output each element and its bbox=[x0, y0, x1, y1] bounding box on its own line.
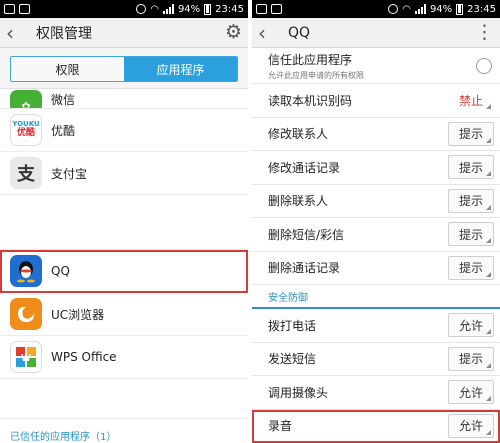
permission-row-delete-sms-mms[interactable]: 删除短信/彩信 提示 bbox=[252, 218, 500, 252]
permission-row-delete-contacts[interactable]: 删除联系人 提示 bbox=[252, 184, 500, 218]
app-name: UC浏览器 bbox=[51, 307, 105, 322]
list-spacer bbox=[0, 195, 248, 250]
app-name: 优酷 bbox=[51, 123, 76, 138]
permission-label: 录音 bbox=[268, 419, 293, 434]
permission-dropdown[interactable]: 允许 bbox=[448, 313, 494, 338]
view-tabs: 权限 应用程序 bbox=[10, 56, 238, 82]
permission-label: 调用摄像头 bbox=[268, 385, 329, 400]
permission-dropdown[interactable]: 禁止 bbox=[448, 88, 494, 112]
permission-label: 拨打电话 bbox=[268, 318, 317, 333]
permission-dropdown[interactable]: 提示 bbox=[448, 188, 494, 213]
list-item-youku[interactable]: YOUKU 优酷 优酷 bbox=[0, 109, 248, 152]
status-bar: ◠ 94% 23:45 bbox=[252, 0, 500, 18]
permission-row-read-device-id[interactable]: 读取本机识别码 禁止 bbox=[252, 84, 500, 118]
list-item-wechat[interactable]: ✿ 微信 bbox=[0, 89, 248, 109]
app-name: 微信 bbox=[51, 93, 76, 107]
permission-label: 删除通话记录 bbox=[268, 261, 341, 276]
trust-app-radio[interactable] bbox=[476, 57, 492, 74]
permission-label: 发送短信 bbox=[268, 352, 317, 367]
svg-text:W: W bbox=[21, 353, 31, 364]
action-bar: ‹ 权限管理 ⚙ bbox=[0, 18, 248, 48]
battery-percent: 94% bbox=[177, 3, 201, 15]
permission-row-send-sms[interactable]: 发送短信 提示 bbox=[252, 342, 500, 376]
action-bar: ‹ QQ ⋮ bbox=[252, 18, 500, 48]
wps-office-icon: W bbox=[10, 341, 42, 373]
gallery-notification-icon bbox=[256, 4, 267, 14]
trusted-apps-header: 已信任的应用程序（1） bbox=[0, 419, 248, 443]
screenshot-notification-icon bbox=[19, 4, 30, 14]
permission-row-modify-call-log[interactable]: 修改通话记录 提示 bbox=[252, 151, 500, 185]
app-name: QQ bbox=[51, 264, 70, 278]
permission-dropdown[interactable]: 提示 bbox=[448, 121, 494, 146]
qq-icon bbox=[10, 255, 42, 287]
youku-icon: YOUKU 优酷 bbox=[10, 114, 42, 146]
tab-apps[interactable]: 应用程序 bbox=[124, 57, 237, 81]
permission-dropdown[interactable]: 提示 bbox=[448, 155, 494, 180]
permission-dropdown[interactable]: 提示 bbox=[448, 255, 494, 280]
permission-row-record-audio[interactable]: 录音 允许 bbox=[252, 409, 500, 443]
status-bar: ◠ 94% 23:45 bbox=[0, 0, 248, 18]
permission-row-delete-call-log[interactable]: 删除通话记录 提示 bbox=[252, 251, 500, 285]
gallery-notification-icon bbox=[4, 4, 15, 14]
permission-row-camera[interactable]: 调用摄像头 允许 bbox=[252, 376, 500, 410]
app-name: 支付宝 bbox=[51, 166, 88, 181]
permission-dropdown[interactable]: 提示 bbox=[448, 346, 494, 371]
back-icon[interactable]: ‹ bbox=[6, 23, 28, 43]
wifi-icon: ◠ bbox=[402, 3, 411, 15]
app-permissions-screen: ◠ 94% 23:45 ‹ QQ ⋮ 信任此应用程序 允许此应用申请的所有权限 … bbox=[252, 0, 500, 443]
list-spacer bbox=[0, 379, 248, 419]
permission-label: 删除联系人 bbox=[268, 194, 329, 209]
screenshot-notification-icon bbox=[271, 4, 282, 14]
list-item-uc-browser[interactable]: UC浏览器 bbox=[0, 293, 248, 336]
permission-label: 修改联系人 bbox=[268, 127, 329, 142]
alarm-icon bbox=[136, 4, 147, 14]
alarm-icon bbox=[388, 4, 399, 14]
list-item-qq[interactable]: QQ bbox=[0, 250, 248, 293]
clock: 23:45 bbox=[467, 3, 496, 15]
permission-label: 修改通话记录 bbox=[268, 160, 341, 175]
trust-app-toggle-row[interactable]: 信任此应用程序 允许此应用申请的所有权限 bbox=[252, 48, 500, 84]
back-icon[interactable]: ‹ bbox=[258, 23, 280, 43]
overflow-menu-icon[interactable]: ⋮ bbox=[475, 23, 494, 42]
signal-icon bbox=[414, 4, 426, 14]
permission-manager-screen: ◠ 94% 23:45 ‹ 权限管理 ⚙ 权限 应用程序 ✿ 微信 YOUKU 优… bbox=[0, 0, 248, 443]
list-item-wps-office[interactable]: W WPS Office bbox=[0, 336, 248, 379]
permission-row-make-calls[interactable]: 拨打电话 允许 bbox=[252, 309, 500, 343]
wifi-icon: ◠ bbox=[150, 3, 159, 15]
page-title: QQ bbox=[288, 24, 311, 41]
page-title: 权限管理 bbox=[36, 25, 92, 42]
signal-icon bbox=[162, 4, 174, 14]
battery-percent: 94% bbox=[429, 3, 453, 15]
wechat-icon: ✿ bbox=[10, 90, 42, 108]
security-defense-header: 安全防御 bbox=[252, 285, 500, 309]
permission-row-modify-contacts[interactable]: 修改联系人 提示 bbox=[252, 117, 500, 151]
clock: 23:45 bbox=[215, 3, 244, 15]
app-name: WPS Office bbox=[51, 350, 117, 364]
battery-icon bbox=[204, 3, 212, 15]
trust-app-subtitle: 允许此应用申请的所有权限 bbox=[268, 70, 364, 80]
tab-permissions[interactable]: 权限 bbox=[11, 57, 124, 81]
permission-list-top: 读取本机识别码 禁止 修改联系人 提示 修改通话记录 提示 删除联系人 提示 删… bbox=[252, 84, 500, 285]
app-list: ✿ 微信 YOUKU 优酷 优酷 支 支付宝 QQ UC浏览器 W WPS Of… bbox=[0, 88, 248, 443]
battery-icon bbox=[456, 3, 464, 15]
permission-label: 删除短信/彩信 bbox=[268, 227, 345, 242]
alipay-icon: 支 bbox=[10, 157, 42, 189]
permission-dropdown[interactable]: 允许 bbox=[448, 413, 494, 438]
settings-gear-icon[interactable]: ⚙ bbox=[225, 23, 242, 42]
uc-browser-icon bbox=[10, 298, 42, 330]
list-item-alipay[interactable]: 支 支付宝 bbox=[0, 152, 248, 195]
permission-label: 读取本机识别码 bbox=[268, 93, 353, 108]
permission-dropdown[interactable]: 提示 bbox=[448, 222, 494, 247]
trust-app-title: 信任此应用程序 bbox=[268, 52, 353, 67]
permission-list-bottom: 拨打电话 允许 发送短信 提示 调用摄像头 允许 录音 允许 bbox=[252, 309, 500, 443]
permission-dropdown[interactable]: 允许 bbox=[448, 380, 494, 405]
